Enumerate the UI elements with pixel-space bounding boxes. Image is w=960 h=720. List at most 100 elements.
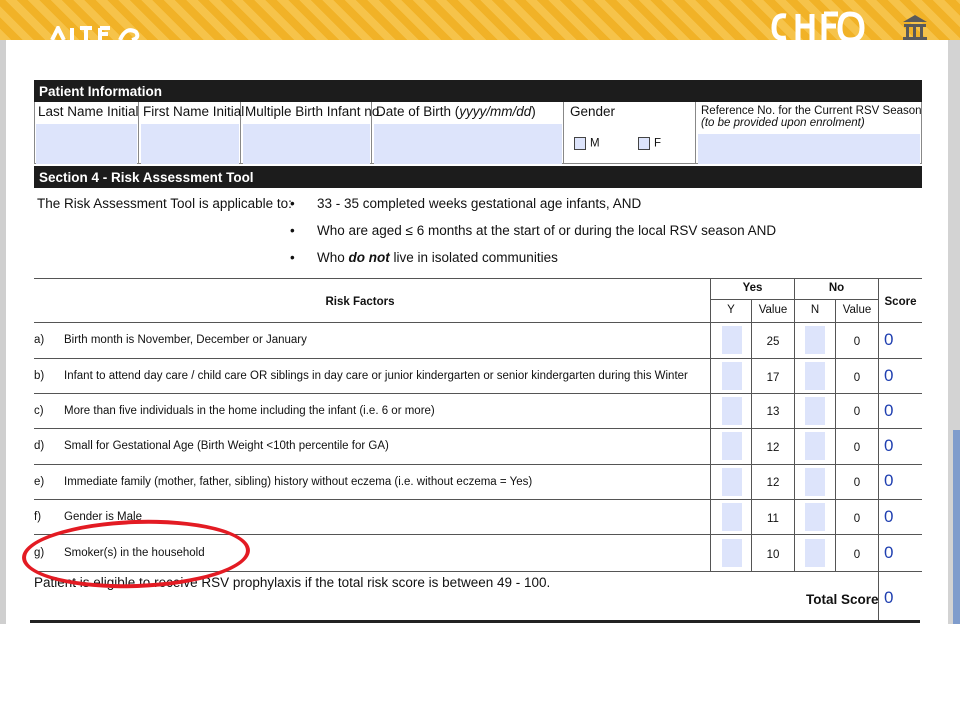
logo-lettering: [771, 11, 865, 40]
gender-f-checkbox[interactable]: [638, 137, 650, 150]
first-name-label: First Name Initial: [143, 104, 245, 119]
yes-checkbox-d[interactable]: [722, 432, 742, 460]
reference-label: Reference No. for the Current RSV Season: [701, 105, 922, 117]
no-checkbox-f[interactable]: [805, 503, 825, 531]
bottom-rule: [30, 620, 920, 623]
total-score-label: Total Score: [806, 592, 879, 607]
risk-factor-text: Birth month is November, December or Jan…: [64, 334, 307, 346]
applicable-label: The Risk Assessment Tool is applicable t…: [37, 196, 292, 211]
table-row: c) More than five individuals in the hom…: [30, 394, 710, 429]
yes-checkbox-f[interactable]: [722, 503, 742, 531]
no-value-c: 0: [853, 406, 861, 418]
no-checkbox-d[interactable]: [805, 432, 825, 460]
yes-value-a: 25: [766, 336, 780, 348]
no-value-subheader: Value: [842, 304, 872, 316]
no-value-d: 0: [853, 442, 861, 454]
last-name-label: Last Name Initial: [38, 104, 139, 119]
yes-checkbox-e[interactable]: [722, 468, 742, 496]
table-row: e) Immediate family (mother, father, sib…: [30, 465, 710, 500]
no-value-a: 0: [853, 336, 861, 348]
no-checkbox-e[interactable]: [805, 468, 825, 496]
table-row: d) Small for Gestational Age (Birth Weig…: [30, 429, 710, 464]
scroll-indicator: [953, 430, 960, 624]
score-f: 0: [884, 507, 894, 526]
criteria-3-emphasis: do not: [348, 250, 390, 265]
reference-field[interactable]: [698, 134, 920, 164]
yes-value-subheader: Value: [758, 304, 788, 316]
dob-format: yyyy/mm/dd: [459, 104, 532, 119]
table-row: b) Infant to attend day care / child car…: [30, 359, 710, 394]
row-letter: e): [34, 476, 45, 488]
yes-value-b: 17: [766, 372, 780, 384]
yes-value-f: 11: [767, 513, 779, 525]
row-letter: f): [34, 511, 42, 523]
no-value-e: 0: [853, 477, 861, 489]
bullet-3: •: [290, 250, 295, 265]
gender-m-option[interactable]: M: [574, 137, 600, 150]
yes-checkbox-b[interactable]: [722, 362, 742, 390]
dob-label-prefix: Date of Birth (: [376, 104, 460, 119]
risk-factor-text: Immediate family (mother, father, siblin…: [64, 476, 533, 488]
score-g: 0: [884, 543, 894, 562]
no-checkbox-c[interactable]: [805, 397, 825, 425]
gender-m-label: M: [590, 137, 600, 150]
bullet-2: •: [290, 223, 295, 238]
dob-label-suffix: ): [531, 104, 536, 119]
score-c: 0: [884, 401, 894, 420]
no-checkbox-a[interactable]: [805, 326, 825, 354]
multiple-birth-label: Multiple Birth Infant no.: [245, 104, 384, 119]
score-d: 0: [884, 436, 894, 455]
yes-checkbox-a[interactable]: [722, 326, 742, 354]
yes-value-g: 10: [766, 549, 780, 561]
no-value-b: 0: [853, 372, 861, 384]
table-top-rule: [34, 278, 922, 279]
sheet-left-edge: [0, 40, 6, 624]
row-letter: d): [34, 440, 45, 452]
last-name-field[interactable]: [36, 124, 137, 164]
yes-value-d: 12: [766, 442, 780, 454]
building-icon: [903, 15, 927, 40]
yes-value-c: 13: [766, 406, 780, 418]
gender-f-label: F: [654, 137, 662, 150]
reference-note: (to be provided upon enrolment): [701, 117, 865, 129]
criteria-2: Who are aged ≤ 6 months at the start of …: [317, 223, 777, 238]
risk-factor-text: Small for Gestational Age (Birth Weight …: [64, 440, 389, 452]
risk-factor-text: More than five individuals in the home i…: [64, 405, 435, 417]
dob-field[interactable]: [374, 124, 562, 164]
yes-value-e: 12: [766, 477, 780, 489]
row-letter: a): [34, 334, 45, 346]
banner-lettering: [50, 26, 140, 40]
first-name-field[interactable]: [141, 124, 239, 164]
no-value-f: 0: [853, 513, 861, 525]
criteria-3-pre: Who: [317, 250, 349, 265]
patient-info-header: Patient Information: [34, 80, 922, 102]
total-score-value: 0: [884, 588, 894, 607]
no-value-g: 0: [853, 549, 861, 561]
score-header: Score: [884, 296, 917, 308]
yes-header: Yes: [742, 282, 763, 294]
score-e: 0: [884, 471, 894, 490]
row-letter: c): [34, 405, 44, 417]
multiple-birth-field[interactable]: [243, 124, 370, 164]
yes-no-divider: [711, 299, 879, 300]
gender-m-checkbox[interactable]: [574, 137, 586, 150]
score-b: 0: [884, 366, 894, 385]
no-checkbox-g[interactable]: [805, 539, 825, 567]
risk-factor-text: Infant to attend day care / child care O…: [64, 370, 688, 382]
gender-f-option[interactable]: F: [638, 137, 661, 150]
no-checkbox-b[interactable]: [805, 362, 825, 390]
yes-checkbox-c[interactable]: [722, 397, 742, 425]
risk-factors-header: Risk Factors: [325, 296, 395, 308]
gender-label: Gender: [570, 104, 616, 119]
criteria-1: 33 - 35 completed weeks gestational age …: [317, 196, 642, 211]
score-a: 0: [884, 330, 894, 349]
criteria-3-post: live in isolated communities: [389, 250, 558, 265]
no-header: No: [828, 282, 845, 294]
n-subheader: N: [810, 304, 820, 316]
criteria-3: Who do not live in isolated communities: [317, 250, 558, 265]
row-letter: b): [34, 370, 45, 382]
gender-column: Gender: [564, 102, 696, 164]
yes-checkbox-g[interactable]: [722, 539, 742, 567]
bullet-1: •: [290, 196, 295, 211]
dob-label: Date of Birth (yyyy/mm/dd): [372, 102, 563, 121]
